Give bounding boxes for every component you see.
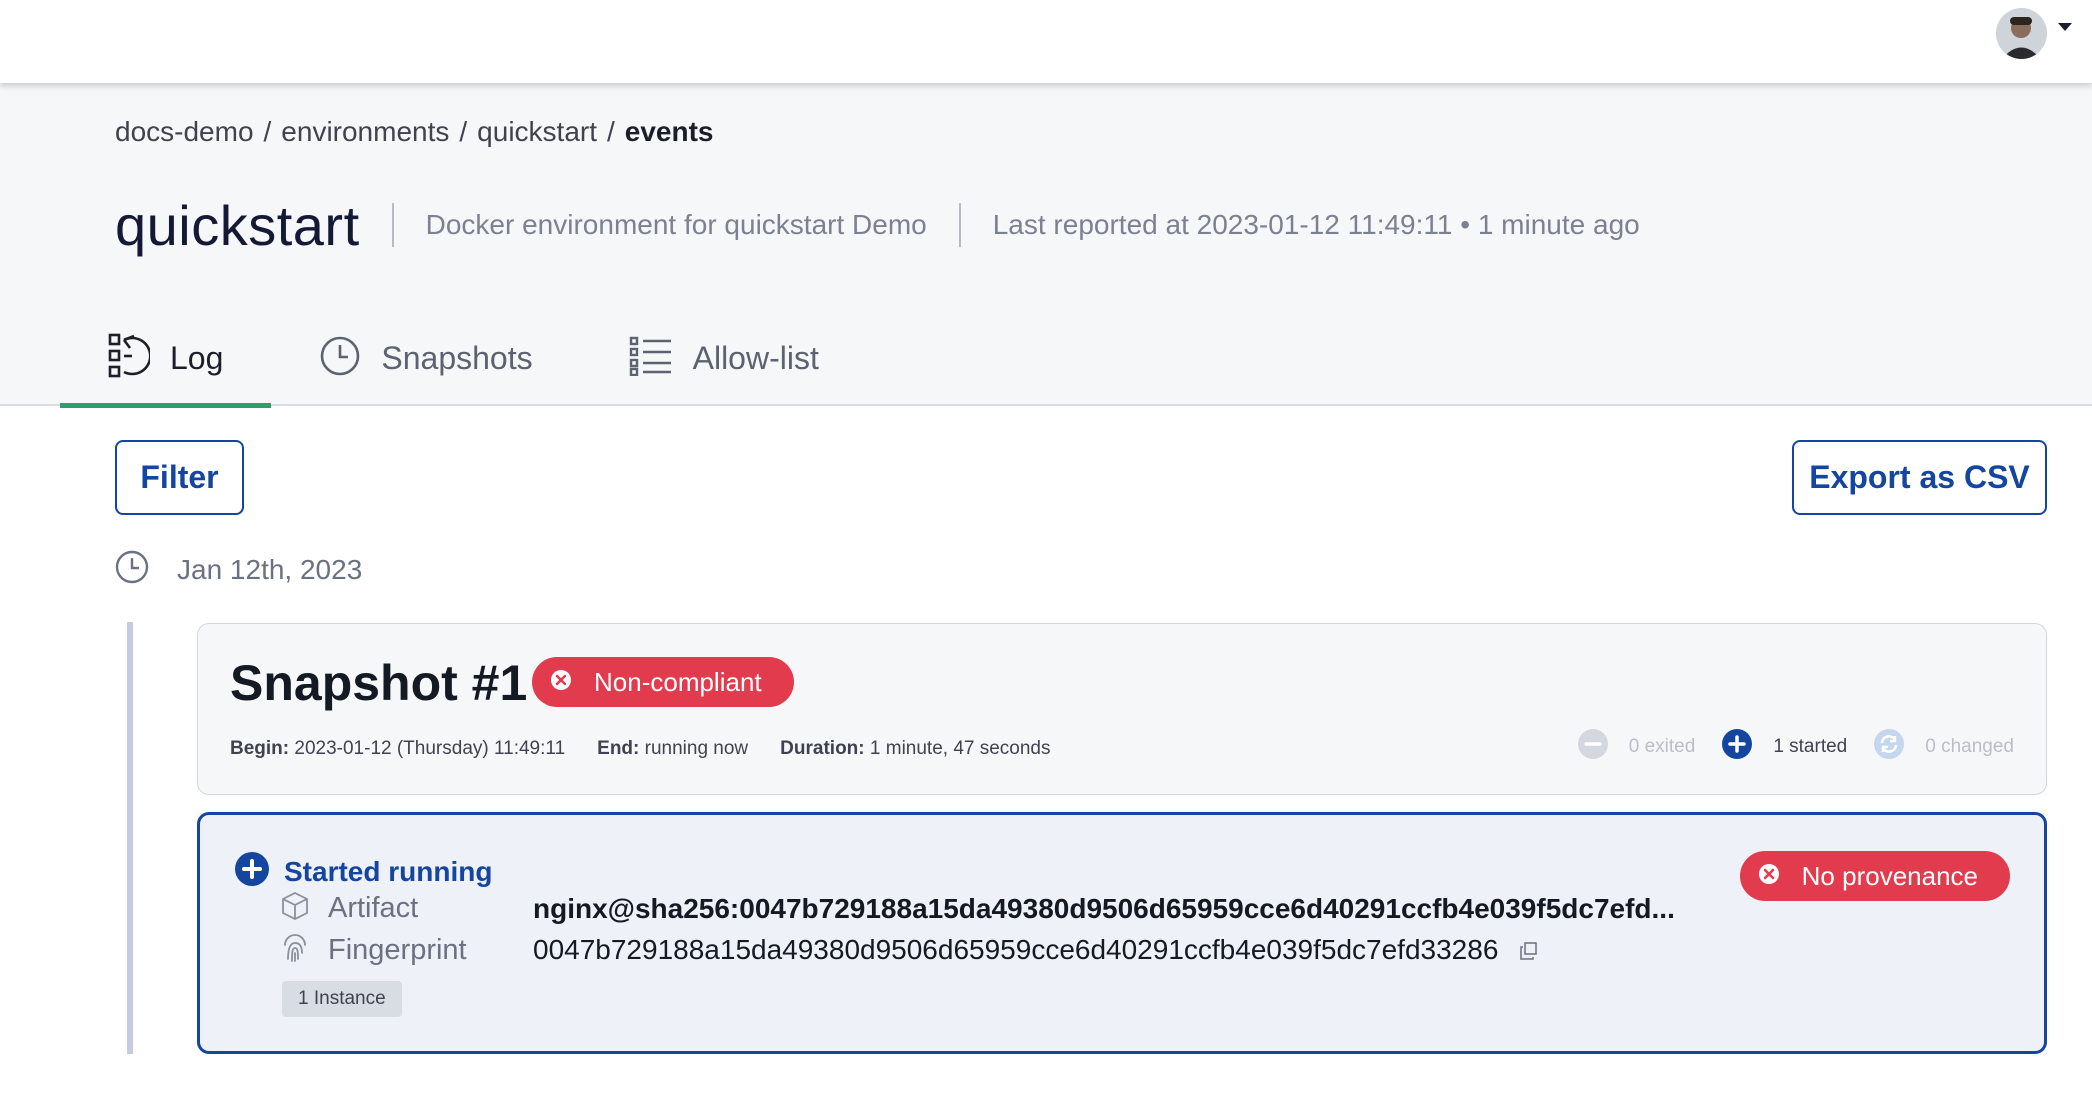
divider: [958, 203, 961, 247]
fingerprint-row: Fingerprint 0047b729188a15da49380d9506d6…: [280, 933, 1537, 968]
snapshot-title: Snapshot #1: [230, 655, 528, 711]
plus-circle-icon: [1721, 728, 1753, 766]
cube-icon: [280, 891, 310, 926]
error-circle-icon: [1758, 861, 1780, 892]
begin-label: Begin:: [230, 738, 290, 759]
snapshot-card[interactable]: Snapshot #1 Non-compliant Begin: 2023-01…: [197, 623, 2047, 795]
tab-allow-list-label: Allow-list: [692, 339, 819, 376]
minus-circle-icon: [1577, 728, 1609, 766]
breadcrumb-separator: /: [607, 116, 615, 147]
provenance-badge-label: No provenance: [1801, 860, 1978, 891]
timeline-date-label: Jan 12th, 2023: [177, 553, 363, 585]
exited-count-label: 0 exited: [1628, 736, 1696, 757]
snapshot-meta: Begin: 2023-01-12 (Thursday) 11:49:11 En…: [230, 738, 1051, 760]
breadcrumb-item-environments[interactable]: environments: [281, 116, 449, 148]
tab-snapshots-label: Snapshots: [381, 339, 533, 376]
duration-label: Duration:: [780, 738, 865, 759]
breadcrumb: docs-demo / environments / quickstart / …: [115, 116, 714, 148]
timeline-line: [127, 622, 133, 1054]
instance-count-badge[interactable]: 1 Instance: [282, 981, 402, 1017]
tab-log-label: Log: [170, 339, 224, 376]
snapshot-counts: 0 exited 1 started 0 changed: [1551, 728, 2014, 766]
changed-count: 0 changed: [1873, 728, 2014, 766]
clock-icon: [319, 335, 361, 382]
list-icon: [629, 336, 673, 381]
divider: [391, 203, 394, 247]
started-count-label: 1 started: [1773, 736, 1848, 757]
user-avatar[interactable]: [1996, 8, 2047, 59]
tab-bar: Log Snapshots Allow-list: [60, 310, 867, 408]
artifact-row: Artifact nginx@sha256:0047b729188a15da49…: [280, 891, 1675, 926]
duration-value: 1 minute, 47 seconds: [869, 738, 1051, 759]
duration-info: Duration: 1 minute, 47 seconds: [780, 738, 1050, 760]
tab-snapshots[interactable]: Snapshots: [271, 310, 580, 406]
fingerprint-label: Fingerprint: [328, 934, 467, 966]
last-reported: Last reported at 2023-01-12 11:49:11 • 1…: [992, 209, 1640, 240]
event-header: Started running: [234, 851, 492, 892]
breadcrumb-separator: /: [459, 116, 468, 147]
end-info: End: running now: [597, 738, 748, 760]
exited-count: 0 exited: [1577, 728, 1696, 766]
export-csv-button[interactable]: Export as CSV: [1792, 440, 2047, 515]
top-bar: [0, 0, 2092, 83]
fingerprint-hash: 0047b729188a15da49380d9506d65959cce6d402…: [533, 933, 1499, 965]
title-row: quickstart Docker environment for quicks…: [115, 190, 1640, 260]
event-card[interactable]: Started running No provenance Artifact n…: [197, 812, 2047, 1054]
fingerprint-value: 0047b729188a15da49380d9506d65959cce6d402…: [533, 934, 1538, 968]
copy-icon[interactable]: [1520, 935, 1538, 967]
status-badge: Non-compliant: [532, 657, 794, 707]
started-count: 1 started: [1721, 728, 1847, 766]
end-value: running now: [644, 738, 749, 759]
provenance-badge: No provenance: [1739, 851, 2010, 901]
end-label: End:: [597, 738, 640, 759]
page-title: quickstart: [115, 193, 360, 257]
breadcrumb-item-docs-demo[interactable]: docs-demo: [115, 116, 254, 148]
environment-description: Docker environment for quickstart Demo: [425, 209, 927, 240]
plus-circle-icon: [234, 851, 270, 892]
refresh-circle-icon: [1873, 728, 1905, 766]
chevron-down-icon[interactable]: [2058, 20, 2072, 38]
artifact-value[interactable]: nginx@sha256:0047b729188a15da49380d9506d…: [533, 893, 1675, 925]
breadcrumb-separator: /: [263, 116, 272, 147]
clock-icon: [115, 550, 149, 589]
timeline-date: Jan 12th, 2023: [115, 550, 362, 589]
log-icon: [108, 332, 152, 385]
artifact-label: Artifact: [328, 892, 419, 924]
error-circle-icon: [550, 667, 572, 698]
changed-count-label: 0 changed: [1925, 736, 2014, 757]
fingerprint-icon: [280, 933, 310, 968]
tab-log[interactable]: Log: [60, 310, 272, 408]
filter-button[interactable]: Filter: [115, 440, 244, 515]
begin-info: Begin: 2023-01-12 (Thursday) 11:49:11: [230, 738, 565, 760]
status-badge-label: Non-compliant: [594, 666, 762, 697]
event-title: Started running: [284, 855, 493, 887]
breadcrumb-item-quickstart[interactable]: quickstart: [477, 116, 597, 148]
breadcrumb-current: events: [624, 116, 714, 147]
begin-value: 2023-01-12 (Thursday) 11:49:11: [294, 738, 566, 759]
tab-allow-list[interactable]: Allow-list: [581, 310, 867, 406]
